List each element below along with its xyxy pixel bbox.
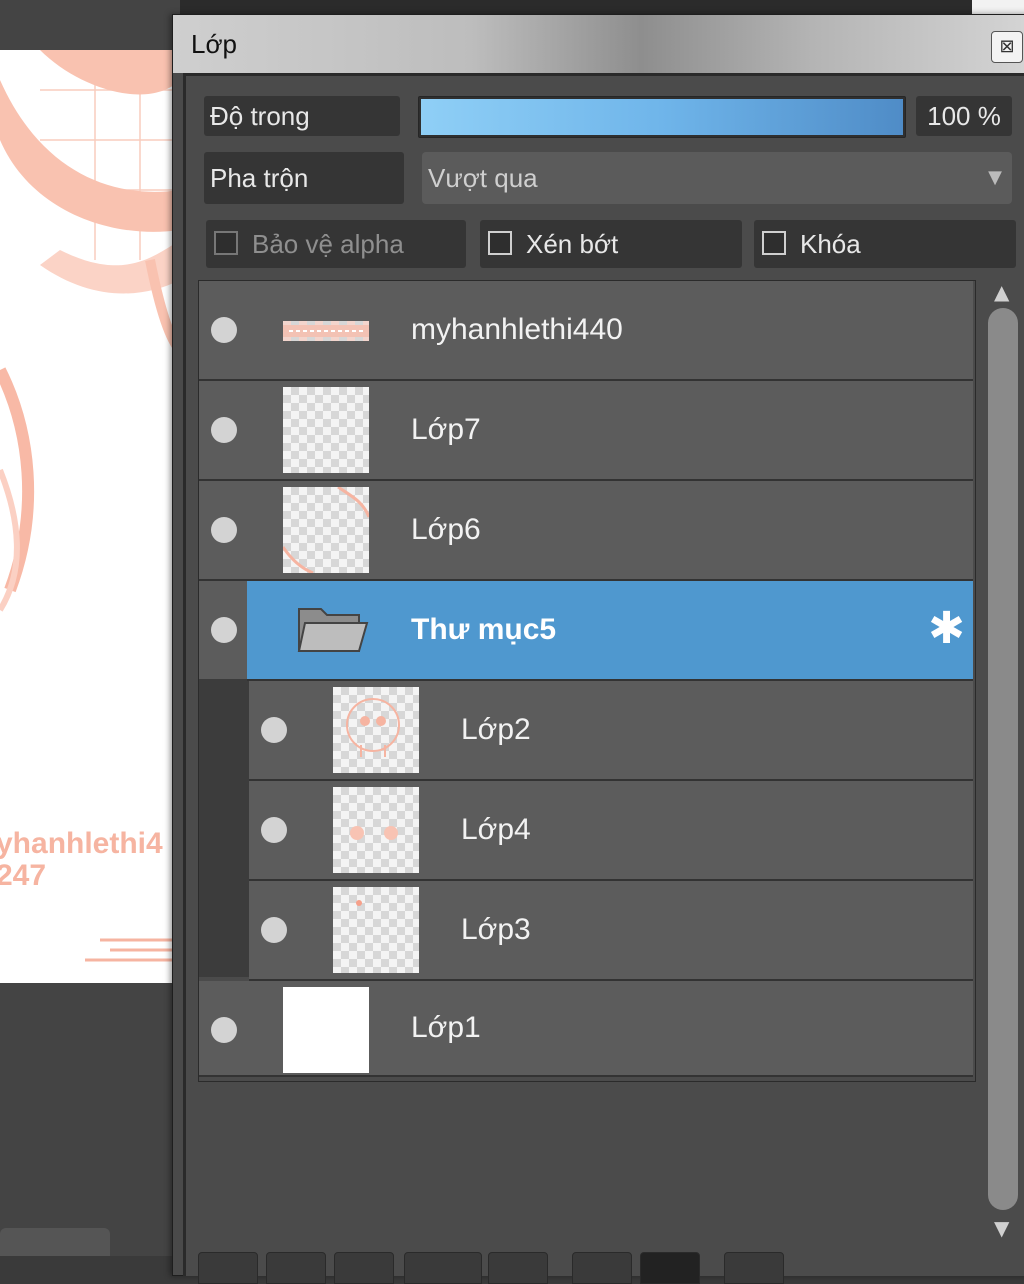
checkbox-box bbox=[488, 231, 512, 255]
blend-mode-label: Pha trộn bbox=[204, 152, 404, 204]
canvas-bottom-tab[interactable] bbox=[0, 1228, 110, 1256]
layer-thumbnail bbox=[283, 321, 369, 341]
layer-name: Thư mục5 bbox=[411, 613, 557, 646]
layer-row[interactable]: Lớp1 bbox=[199, 981, 973, 1077]
scroll-down-arrow-icon[interactable]: ▼ bbox=[994, 1216, 1009, 1240]
layer-name: Lớp3 bbox=[461, 913, 531, 946]
lock-checkbox[interactable]: Khóa bbox=[754, 220, 1016, 268]
canvas-watermark: yhanhlethi4 247 bbox=[0, 828, 163, 892]
visibility-toggle[interactable] bbox=[211, 1017, 237, 1043]
layer-name: Lớp7 bbox=[411, 413, 481, 446]
layer-row[interactable]: Lớp6 bbox=[199, 481, 973, 581]
layer-panel-window: Lớp ⊠ Độ trong 100 % Pha trộn Vượt qua ▼… bbox=[172, 14, 1024, 1284]
layer-thumbnail bbox=[333, 787, 419, 873]
scroll-up-arrow-icon[interactable]: ▲ bbox=[994, 280, 1009, 304]
visibility-toggle[interactable] bbox=[261, 917, 287, 943]
protect-alpha-label: Bảo vệ alpha bbox=[252, 229, 404, 259]
layer-name: Lớp4 bbox=[461, 813, 531, 846]
thumbnail-art bbox=[283, 487, 369, 573]
layer-list-scrollbar[interactable]: ▲ ▼ bbox=[984, 280, 1024, 1240]
clipping-checkbox[interactable]: Xén bớt bbox=[480, 220, 742, 268]
canvas-area[interactable]: yhanhlethi4 247 bbox=[0, 0, 180, 1256]
opacity-slider[interactable] bbox=[418, 96, 906, 138]
visibility-toggle[interactable] bbox=[211, 417, 237, 443]
folder-row-selected[interactable]: Thư mục5 ✱ bbox=[211, 581, 973, 681]
title-bar[interactable]: Lớp ⊠ bbox=[173, 15, 1024, 73]
layer-name: Lớp2 bbox=[461, 713, 531, 746]
layer-row[interactable]: Lớp4 bbox=[249, 781, 973, 881]
protect-alpha-checkbox[interactable]: Bảo vệ alpha bbox=[206, 220, 466, 268]
thumbnail-art bbox=[283, 325, 369, 337]
checkbox-box bbox=[214, 231, 238, 255]
layer-name: Lớp6 bbox=[411, 513, 481, 546]
scrollbar-thumb[interactable] bbox=[988, 308, 1018, 1210]
layer-name: myhanhlethi440 bbox=[411, 313, 623, 346]
toolbar-button[interactable] bbox=[488, 1252, 548, 1284]
layer-thumbnail bbox=[333, 887, 419, 973]
window-title: Lớp bbox=[191, 29, 237, 59]
toolbar-button[interactable] bbox=[266, 1252, 326, 1284]
chevron-down-icon: ▼ bbox=[988, 167, 1002, 188]
layer-row[interactable]: myhanhlethi440 bbox=[199, 281, 973, 381]
toolbar-button[interactable] bbox=[572, 1252, 632, 1284]
toolbar-button[interactable] bbox=[198, 1252, 258, 1284]
layer-row[interactable]: Lớp7 bbox=[199, 381, 973, 481]
thumbnail-art bbox=[346, 698, 400, 757]
canvas-paper[interactable]: yhanhlethi4 247 bbox=[0, 50, 180, 983]
layer-thumbnail bbox=[333, 687, 419, 773]
opacity-slider-fill bbox=[421, 99, 903, 135]
layer-thumbnail bbox=[283, 487, 369, 573]
lock-label: Khóa bbox=[800, 229, 861, 259]
layer-toolbar bbox=[198, 1248, 978, 1284]
opacity-value[interactable]: 100 % bbox=[916, 96, 1012, 136]
layer-row[interactable]: Lớp2 bbox=[249, 681, 973, 781]
layer-name: Lớp1 bbox=[411, 1011, 481, 1044]
visibility-toggle[interactable] bbox=[211, 517, 237, 543]
visibility-toggle[interactable] bbox=[211, 617, 237, 643]
layer-row[interactable]: Lớp3 bbox=[249, 881, 973, 981]
checkbox-box bbox=[762, 231, 786, 255]
gear-icon[interactable]: ✱ bbox=[928, 607, 965, 651]
thumbnail-art bbox=[350, 826, 398, 840]
layer-panel-body: Độ trong 100 % Pha trộn Vượt qua ▼ Bảo v… bbox=[183, 73, 1024, 1284]
visibility-toggle[interactable] bbox=[261, 717, 287, 743]
blend-mode-select[interactable]: Vượt qua ▼ bbox=[422, 152, 1012, 204]
toolbar-button[interactable] bbox=[724, 1252, 784, 1284]
toolbar-button[interactable] bbox=[334, 1252, 394, 1284]
top-right-light-area bbox=[972, 0, 1024, 14]
close-icon: ⊠ bbox=[999, 36, 1015, 57]
toolbar-button[interactable] bbox=[404, 1252, 482, 1284]
blend-mode-value: Vượt qua bbox=[428, 163, 538, 193]
watermark-line-2: 247 bbox=[0, 859, 47, 892]
folder-icon bbox=[295, 603, 369, 662]
visibility-toggle[interactable] bbox=[261, 817, 287, 843]
close-button[interactable]: ⊠ bbox=[991, 31, 1023, 63]
clipping-label: Xén bớt bbox=[526, 229, 619, 259]
visibility-toggle[interactable] bbox=[211, 317, 237, 343]
opacity-label: Độ trong bbox=[204, 96, 400, 136]
watermark-line-1: yhanhlethi4 bbox=[0, 827, 163, 860]
layer-thumbnail bbox=[283, 987, 369, 1073]
thumbnail-art bbox=[356, 900, 362, 906]
layer-list[interactable]: myhanhlethi440 Lớp7 Lớp6 Thư mục5 ✱ Lớp2… bbox=[198, 280, 976, 1082]
folder-indent-strip bbox=[199, 679, 249, 977]
layer-thumbnail bbox=[283, 387, 369, 473]
toolbar-button[interactable] bbox=[640, 1252, 700, 1284]
